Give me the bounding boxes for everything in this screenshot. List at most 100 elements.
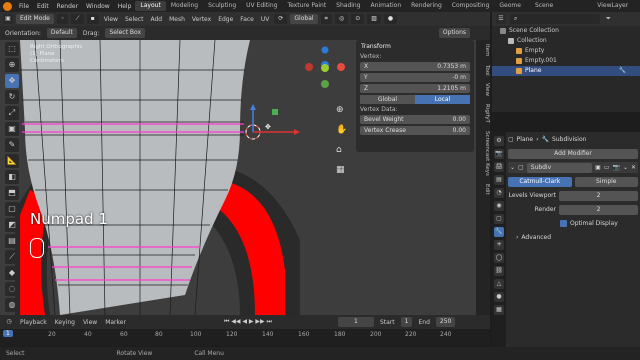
menu-render[interactable]: Render [53, 3, 82, 10]
scale-tool-icon[interactable]: ⤢ [5, 106, 19, 120]
menu-keying[interactable]: Keying [53, 319, 77, 326]
mode-selector[interactable]: Edit Mode [16, 14, 54, 24]
menu-select[interactable]: Select [123, 16, 146, 23]
workspace-tab-sculpting[interactable]: Sculpting [203, 1, 241, 11]
workspace-tab-texture-paint[interactable]: Texture Paint [282, 1, 331, 11]
advanced-section[interactable]: › Advanced [508, 232, 638, 243]
outliner-search-input[interactable]: ⌕ [510, 14, 600, 24]
menu-vertex[interactable]: Vertex [190, 16, 213, 23]
timeline-editor-icon[interactable]: ◷ [4, 317, 14, 327]
vertex-select-icon[interactable]: ◦ [56, 14, 69, 24]
current-frame-field[interactable]: 1 [337, 317, 374, 327]
poly-build-tool-icon[interactable]: ◆ [5, 266, 19, 280]
object-props-icon[interactable]: ▢ [494, 214, 504, 224]
view-layer-selector[interactable]: ViewLayer [592, 1, 633, 11]
measure-tool-icon[interactable]: 📐 [5, 154, 19, 168]
render-props-icon[interactable]: 📷 [494, 149, 504, 159]
workspace-tab-geometry[interactable]: Geome [494, 1, 526, 11]
outliner-row[interactable]: Scene Collection [492, 26, 640, 36]
transform-orientation-icon[interactable]: ⟳ [274, 14, 288, 24]
outliner-editor-icon[interactable]: ☰ [496, 14, 506, 24]
knife-tool-icon[interactable]: ⟋ [5, 250, 19, 264]
viewport-toggle-icon[interactable]: ▭ [604, 164, 610, 171]
scene-props-icon[interactable]: ◔ [494, 188, 504, 198]
annotate-tool-icon[interactable]: ✎ [5, 138, 19, 152]
tab-rigify[interactable]: RigifyT [476, 100, 490, 127]
snap-icon[interactable]: ⌗ [320, 14, 332, 24]
workspace-tab-shading[interactable]: Shading [331, 1, 365, 11]
options-button[interactable]: Options [438, 28, 470, 38]
tab-view[interactable]: View [476, 79, 490, 100]
particles-icon[interactable]: ✳ [494, 240, 504, 250]
add-cube-tool-icon[interactable]: ◧ [5, 170, 19, 184]
menu-uv[interactable]: UV [259, 16, 272, 23]
filter-icon[interactable]: ⏷ [604, 15, 613, 23]
output-props-icon[interactable]: 🖨 [494, 162, 504, 172]
shading-solid-icon[interactable]: ● [383, 14, 398, 24]
spin-tool-icon[interactable]: ◌ [5, 282, 19, 296]
delete-modifier-icon[interactable]: ✕ [631, 164, 636, 171]
vertex-x-field[interactable]: X 0.7353 m [360, 62, 470, 71]
collapse-chevron-icon[interactable]: ⌄ [510, 164, 515, 171]
editor-type-icon[interactable]: ▣ [3, 14, 13, 24]
move-tool-icon[interactable]: ✥ [5, 74, 19, 88]
local-space-button[interactable]: Local [415, 95, 470, 104]
proportional-edit-icon[interactable]: ◎ [334, 14, 349, 24]
scene-selector[interactable]: Scene [530, 1, 558, 11]
menu-file[interactable]: File [15, 3, 33, 10]
tool-props-icon[interactable]: ⚙ [494, 136, 504, 146]
transform-orientation-selector[interactable]: Global [290, 14, 318, 24]
bevel-tool-icon[interactable]: ◩ [5, 218, 19, 232]
outliner-row[interactable]: Empty [492, 46, 640, 56]
overlays-icon[interactable]: ⊙ [351, 14, 365, 24]
timeline-ruler[interactable]: 1 20 40 60 80 100 120 140 160 180 200 22… [0, 329, 490, 346]
add-modifier-button[interactable]: Add Modifier [508, 148, 638, 159]
loop-cut-tool-icon[interactable]: ▤ [5, 234, 19, 248]
outliner-row[interactable]: Empty.001 [492, 56, 640, 66]
world-props-icon[interactable]: ◉ [494, 201, 504, 211]
catmull-clark-button[interactable]: Catmull-Clark [508, 176, 572, 187]
rotate-tool-icon[interactable]: ↻ [5, 90, 19, 104]
menu-add[interactable]: Add [148, 16, 164, 23]
workspace-tab-layout[interactable]: Layout [135, 1, 166, 11]
menu-window[interactable]: Window [82, 3, 114, 10]
render-levels-field[interactable]: 2 [559, 204, 638, 215]
current-frame-marker[interactable]: 1 [3, 330, 13, 337]
texture-props-icon[interactable]: ▦ [494, 305, 504, 315]
dropdown-icon[interactable]: ⌄ [623, 164, 628, 171]
playback-controls[interactable]: ⏮ ◀◀ ◀ ▶ ▶▶ ⏭ [222, 318, 274, 326]
cursor-tool-icon[interactable]: ⊕ [5, 58, 19, 72]
end-frame-field[interactable]: 250 [435, 317, 456, 327]
vertex-crease-field[interactable]: Vertex Crease 0.00 [360, 126, 470, 135]
outliner-row-selected[interactable]: Plane 🔧 [492, 66, 640, 76]
drag-selector[interactable]: Select Box [105, 28, 146, 38]
tab-screencast-keys[interactable]: Screencast Keys [476, 127, 490, 180]
menu-playback[interactable]: Playback [18, 319, 49, 326]
workspace-tab-animation[interactable]: Animation [366, 1, 407, 11]
workspace-tab-compositing[interactable]: Compositing [447, 1, 495, 11]
smooth-tool-icon[interactable]: ◍ [5, 298, 19, 312]
vertex-y-field[interactable]: Y -0 m [360, 73, 470, 82]
menu-edit[interactable]: Edit [33, 3, 53, 10]
outliner-row[interactable]: Collection [492, 36, 640, 46]
tab-tool[interactable]: Tool [476, 61, 490, 80]
levels-viewport-field[interactable]: 2 [559, 190, 638, 201]
menu-face[interactable]: Face [238, 16, 256, 23]
modifier-props-icon[interactable]: 🔧 [494, 227, 504, 237]
workspace-tab-modeling[interactable]: Modeling [166, 1, 203, 11]
constraints-icon[interactable]: ⛓ [494, 266, 504, 276]
workspace-tab-uv-editing[interactable]: UV Editing [241, 1, 282, 11]
extrude-tool-icon[interactable]: ⬒ [5, 186, 19, 200]
inset-tool-icon[interactable]: ▢ [5, 202, 19, 216]
orientation-selector[interactable]: Default [46, 28, 77, 38]
xray-icon[interactable]: ▨ [367, 14, 381, 24]
start-frame-field[interactable]: 1 [400, 317, 413, 327]
data-props-icon[interactable]: △ [494, 279, 504, 289]
menu-mesh[interactable]: Mesh [167, 16, 187, 23]
menu-timeline-view[interactable]: View [81, 319, 99, 326]
bevel-weight-field[interactable]: Bevel Weight 0.00 [360, 115, 470, 124]
menu-help[interactable]: Help [114, 3, 136, 10]
blender-logo-icon[interactable] [3, 1, 12, 11]
face-select-icon[interactable]: ▪ [86, 14, 99, 24]
global-space-button[interactable]: Global [360, 95, 415, 104]
